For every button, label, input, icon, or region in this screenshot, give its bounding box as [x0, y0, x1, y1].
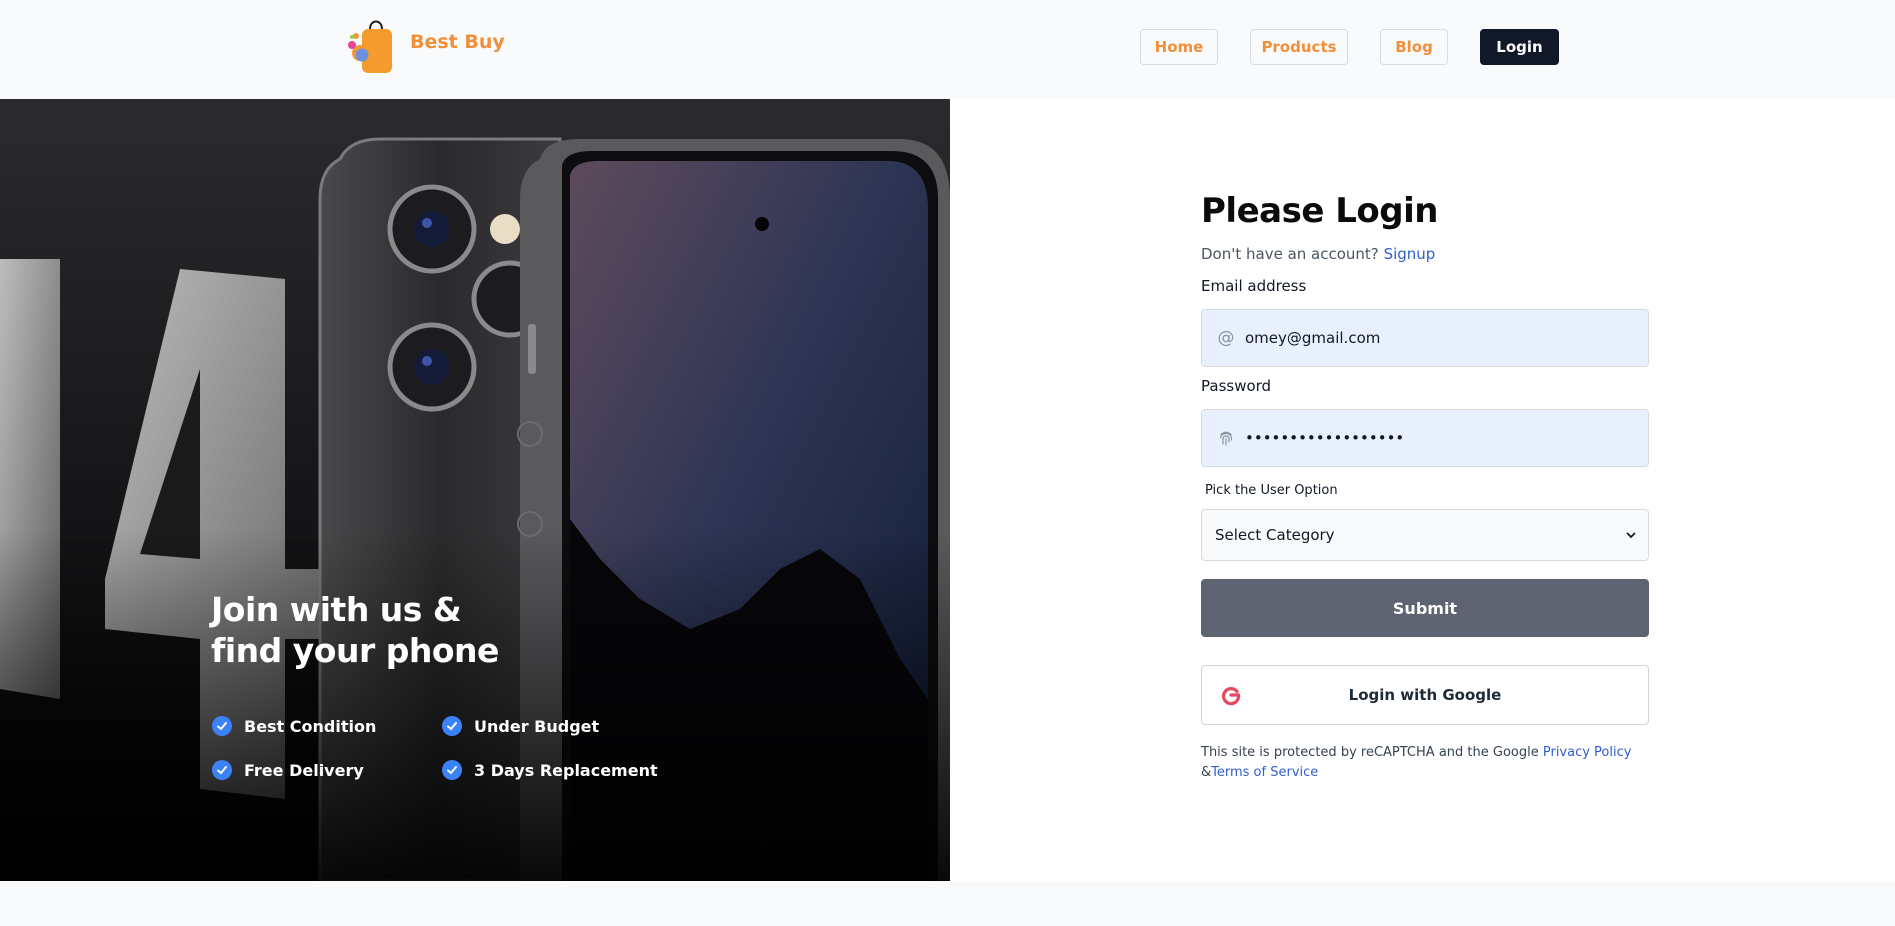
hero-heading: Join with us & find your phone — [211, 589, 499, 671]
footer-strip — [0, 881, 1895, 926]
recaptcha-notice: This site is protected by reCAPTCHA and … — [1201, 743, 1649, 783]
feature-item: Under Budget — [442, 716, 599, 736]
google-icon — [1222, 687, 1241, 706]
privacy-policy-link[interactable]: Privacy Policy — [1543, 745, 1632, 760]
legal-text: This site is protected by reCAPTCHA and … — [1201, 745, 1539, 760]
nav-products-button[interactable]: Products — [1250, 29, 1348, 65]
password-label: Password — [1201, 377, 1272, 395]
feature-item: 3 Days Replacement — [442, 760, 658, 780]
check-circle-icon — [212, 760, 232, 780]
feature-label: Under Budget — [474, 716, 600, 736]
check-circle-icon — [212, 716, 232, 736]
password-field-wrapper — [1201, 409, 1649, 467]
category-select[interactable]: Select Category — [1201, 509, 1649, 561]
submit-button[interactable]: Submit — [1201, 579, 1649, 637]
page-title: Please Login — [1201, 191, 1438, 231]
password-field[interactable] — [1243, 418, 1623, 458]
signup-prompt: Don't have an account? Signup — [1201, 245, 1435, 263]
category-select-value: Select Category — [1215, 526, 1335, 544]
nav-blog-button[interactable]: Blog — [1380, 29, 1448, 65]
feature-item: Free Delivery — [212, 760, 364, 780]
email-field[interactable] — [1243, 318, 1623, 358]
at-icon: @ — [1217, 328, 1235, 348]
top-navbar: Best Buy Home Products Blog Login — [0, 0, 1895, 99]
shopping-bag-icon — [348, 20, 392, 73]
check-circle-icon — [442, 716, 462, 736]
email-field-wrapper: @ — [1201, 309, 1649, 367]
signup-link[interactable]: Signup — [1384, 245, 1436, 263]
login-panel: Please Login Don't have an account? Sign… — [950, 99, 1895, 881]
chevron-down-icon — [1626, 526, 1636, 544]
hero-heading-line2: find your phone — [211, 631, 499, 670]
brand-logo[interactable]: Best Buy — [340, 15, 505, 73]
feature-label: Best Condition — [244, 716, 377, 736]
hero-heading-line1: Join with us & — [211, 590, 462, 629]
brand-name: Best Buy — [410, 31, 505, 53]
google-login-label: Login with Google — [1348, 686, 1502, 704]
signup-prompt-text: Don't have an account? — [1201, 245, 1379, 263]
check-circle-icon — [442, 760, 462, 780]
user-option-label: Pick the User Option — [1205, 483, 1338, 498]
fingerprint-icon — [1215, 427, 1237, 449]
feature-label: Free Delivery — [244, 760, 364, 780]
feature-item: Best Condition — [212, 716, 376, 736]
ampersand: & — [1201, 765, 1212, 780]
hero-panel: Join with us & find your phone Best Cond… — [0, 99, 950, 881]
nav-login-button[interactable]: Login — [1480, 29, 1559, 65]
email-label: Email address — [1201, 277, 1307, 295]
google-login-button[interactable]: Login with Google — [1201, 665, 1649, 725]
feature-label: 3 Days Replacement — [474, 760, 658, 780]
nav-home-button[interactable]: Home — [1140, 29, 1218, 65]
terms-of-service-link[interactable]: Terms of Service — [1211, 765, 1318, 780]
